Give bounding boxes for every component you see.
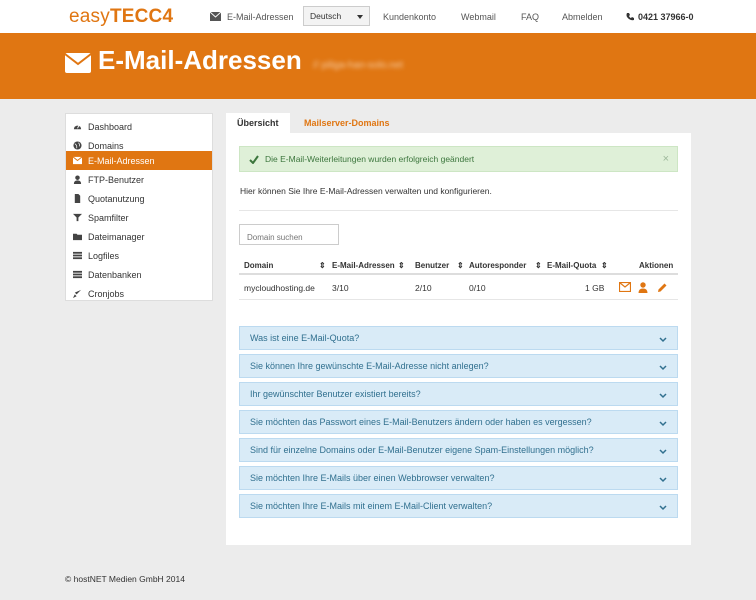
sidebar-item-ftp-users[interactable]: FTP-Benutzer [66,170,212,189]
faq-item[interactable]: Sie möchten Ihre E-Mails mit einem E-Mai… [239,494,678,518]
chevron-down-icon [659,447,667,457]
user-icon [72,175,83,184]
sort-icon[interactable]: ⇕ [319,261,326,270]
tab-mailserver-domains[interactable]: Mailserver-Domains [304,113,390,133]
sidebar: Dashboard Domains E-Mail-Adressen FTP-Be… [65,113,213,301]
divider [239,210,678,211]
topnav-webmail-link[interactable]: Webmail [461,12,496,22]
topnav-faq-link[interactable]: FAQ [521,12,539,22]
tab-bar: Übersicht Mailserver-Domains [226,113,691,133]
close-icon[interactable]: × [663,153,669,165]
faq-item[interactable]: Sind für einzelne Domains oder E-Mail-Be… [239,438,678,462]
faq-item[interactable]: Sie können Ihre gewünschte E-Mail-Adress… [239,354,678,378]
sidebar-item-logfiles[interactable]: Logfiles [66,246,212,265]
chevron-down-icon [357,15,363,19]
envelope-icon [64,53,92,75]
topnav-email-link[interactable]: E-Mail-Adressen [227,12,294,22]
sidebar-item-databases[interactable]: Datenbanken [66,265,212,284]
cell-quota: 1 GB [585,283,605,293]
cell-domain: mycloudhosting.de [244,283,315,293]
column-header-emails[interactable]: E-Mail-Adressen [332,261,395,270]
table-header: Domain ⇕ E-Mail-Adressen ⇕ Benutzer ⇕ Au… [239,255,678,275]
domain-search-input[interactable] [239,224,339,245]
faq-item[interactable]: Sie möchten Ihre E-Mails über einen Webb… [239,466,678,490]
column-header-domain[interactable]: Domain [244,261,273,270]
envelope-icon [72,156,83,165]
rocket-icon [72,289,83,298]
chevron-down-icon [659,335,667,345]
phone-number: 0421 37966-0 [638,12,694,22]
sidebar-item-filemanager[interactable]: Dateimanager [66,227,212,246]
table-row: mycloudhosting.de 3/10 2/10 0/10 1 GB [239,276,678,300]
faq-item[interactable]: Ihr gewünschter Benutzer existiert berei… [239,382,678,406]
logo[interactable]: easyTECC4 [69,6,173,28]
column-header-quota[interactable]: E-Mail-Quota [547,261,596,270]
sidebar-item-dashboard[interactable]: Dashboard [66,117,212,136]
intro-text: Hier können Sie Ihre E-Mail-Adressen ver… [240,186,492,196]
envelope-icon[interactable] [618,281,632,294]
phone-icon [626,12,635,23]
sort-icon[interactable]: ⇕ [601,261,608,270]
dashboard-icon [72,122,83,131]
alert-message: Die E-Mail-Weiterleitungen wurden erfolg… [265,154,475,164]
user-icon[interactable] [638,282,650,294]
faq-item[interactable]: Was ist eine E-Mail-Quota? [239,326,678,350]
page-subtitle-domain: // piliga-han-solo.net [313,60,404,71]
filter-icon [72,213,83,222]
sort-icon[interactable]: ⇕ [535,261,542,270]
page-title: E-Mail-Adressen [98,45,302,75]
top-bar: easyTECC4 E-Mail-Adressen Deutsch Kunden… [0,0,756,33]
globe-icon [72,141,83,150]
column-header-actions: Aktionen [639,261,674,270]
tab-overview[interactable]: Übersicht [226,113,290,133]
success-alert: Die E-Mail-Weiterleitungen wurden erfolg… [239,146,678,172]
language-select[interactable]: Deutsch [303,6,370,26]
pencil-icon[interactable] [657,282,669,294]
database-icon [72,270,83,279]
cell-emails: 3/10 [332,283,349,293]
folder-icon [72,232,83,241]
cell-users: 2/10 [415,283,432,293]
sort-icon[interactable]: ⇕ [398,261,405,270]
chevron-down-icon [659,391,667,401]
chevron-down-icon [659,363,667,373]
check-icon [249,154,259,164]
sidebar-item-email-addresses[interactable]: E-Mail-Adressen [66,151,212,170]
chevron-down-icon [659,419,667,429]
footer-copyright: © hostNET Medien GmbH 2014 [65,574,185,584]
chevron-down-icon [659,475,667,485]
faq-item[interactable]: Sie möchten das Passwort eines E-Mail-Be… [239,410,678,434]
envelope-icon [209,11,222,23]
topnav-account-link[interactable]: Kundenkonto [383,12,436,22]
file-icon [72,194,83,203]
sidebar-item-spamfilter[interactable]: Spamfilter [66,208,212,227]
sidebar-item-cronjobs[interactable]: Cronjobs [66,284,212,303]
column-header-autoresponder[interactable]: Autoresponder [469,261,526,270]
cell-autoresponder: 0/10 [469,283,486,293]
sidebar-item-quota[interactable]: Quotanutzung [66,189,212,208]
language-value: Deutsch [310,11,342,21]
sort-icon[interactable]: ⇕ [457,261,464,270]
topnav-logout-link[interactable]: Abmelden [562,12,603,22]
column-header-users[interactable]: Benutzer [415,261,449,270]
list-icon [72,251,83,260]
main-panel: Übersicht Mailserver-Domains Die E-Mail-… [226,113,691,545]
chevron-down-icon [659,503,667,513]
